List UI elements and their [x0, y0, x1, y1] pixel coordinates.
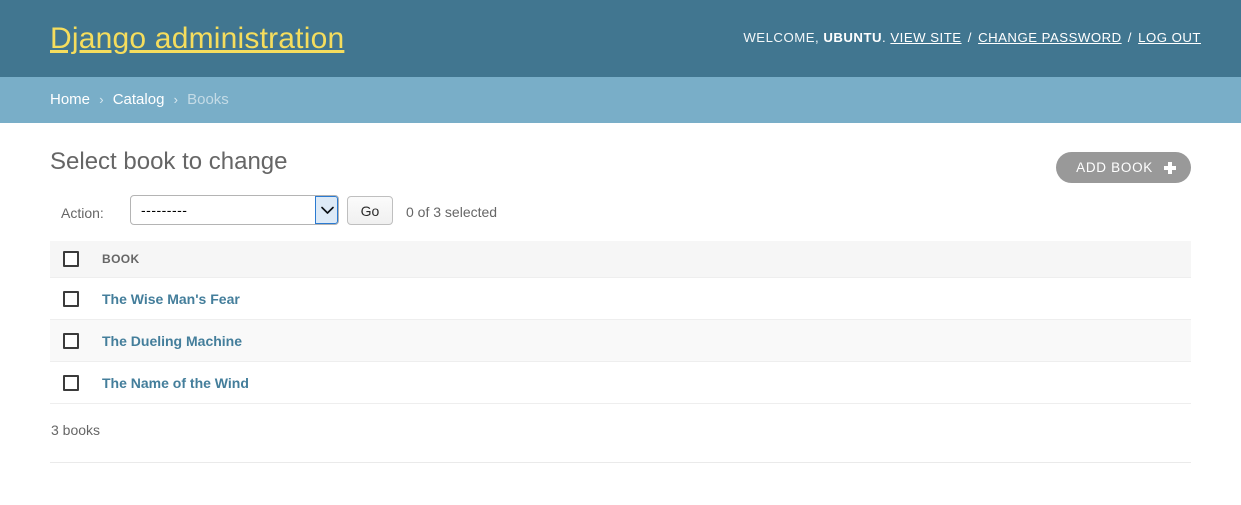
table-row: The Dueling Machine	[50, 320, 1191, 362]
select-all-checkbox[interactable]	[63, 251, 79, 267]
breadcrumb-item-home[interactable]: Home	[50, 91, 90, 108]
table-header-row: BOOK	[50, 241, 1191, 278]
chevron-down-icon[interactable]	[315, 196, 338, 224]
username-label: UBUNTU	[823, 30, 882, 45]
add-book-label: ADD BOOK	[1076, 160, 1153, 175]
book-link[interactable]: The Dueling Machine	[102, 333, 242, 349]
book-link[interactable]: The Wise Man's Fear	[102, 291, 240, 307]
row-title-cell: The Wise Man's Fear	[101, 278, 1191, 320]
table-row: The Name of the Wind	[50, 362, 1191, 404]
row-select-cell	[50, 362, 101, 404]
row-checkbox[interactable]	[63, 333, 79, 349]
plus-icon	[1164, 162, 1176, 174]
user-tools-separator-2: /	[1126, 30, 1134, 45]
results-table-head: BOOK	[50, 241, 1191, 278]
breadcrumb-separator-1: ›	[94, 92, 108, 107]
action-label: Action:	[61, 205, 104, 221]
selection-counter: 0 of 3 selected	[406, 204, 497, 220]
breadcrumb-separator-2: ›	[169, 92, 183, 107]
user-tools: WELCOME, UBUNTU. VIEW SITE / CHANGE PASS…	[743, 30, 1201, 45]
book-link[interactable]: The Name of the Wind	[102, 375, 249, 391]
changelist: Action: --------- Go 0 of 3 selected BOO…	[50, 191, 1191, 463]
results-table-body: The Wise Man's Fear The Dueling Machine	[50, 278, 1191, 404]
result-count: 3 books	[50, 422, 100, 438]
results-table: BOOK The Wise Man's Fear	[50, 241, 1191, 404]
go-button[interactable]: Go	[347, 196, 393, 225]
row-title-cell: The Name of the Wind	[101, 362, 1191, 404]
bottom-divider	[50, 462, 1191, 463]
add-book-button[interactable]: ADD BOOK	[1056, 152, 1191, 183]
breadcrumb-item-catalog[interactable]: Catalog	[113, 91, 165, 108]
column-header-book[interactable]: BOOK	[101, 241, 1191, 278]
actions-toolbar: Action: --------- Go 0 of 3 selected	[50, 191, 1191, 241]
admin-header: Django administration WELCOME, UBUNTU. V…	[0, 0, 1241, 77]
row-select-cell	[50, 320, 101, 362]
welcome-label: WELCOME,	[743, 30, 819, 45]
breadcrumb: Home › Catalog › Books	[0, 77, 1241, 123]
row-checkbox[interactable]	[63, 375, 79, 391]
table-row: The Wise Man's Fear	[50, 278, 1191, 320]
username-suffix: .	[882, 30, 886, 45]
site-name-link[interactable]: Django administration	[50, 21, 344, 57]
row-title-cell: The Dueling Machine	[101, 320, 1191, 362]
user-tools-separator-1: /	[966, 30, 974, 45]
change-password-link[interactable]: CHANGE PASSWORD	[978, 30, 1122, 45]
object-tools: ADD BOOK	[1056, 152, 1191, 183]
breadcrumb-item-books: Books	[187, 91, 229, 108]
log-out-link[interactable]: LOG OUT	[1138, 30, 1201, 45]
view-site-link[interactable]: VIEW SITE	[890, 30, 961, 45]
content-title-row: Select book to change ADD BOOK	[50, 123, 1191, 191]
page-title: Select book to change	[50, 148, 288, 176]
paginator: 3 books	[50, 404, 1191, 463]
content-area: Select book to change ADD BOOK Action: -…	[0, 123, 1241, 463]
select-all-header	[50, 241, 101, 278]
row-checkbox[interactable]	[63, 291, 79, 307]
action-select[interactable]: ---------	[130, 195, 339, 225]
row-select-cell	[50, 278, 101, 320]
